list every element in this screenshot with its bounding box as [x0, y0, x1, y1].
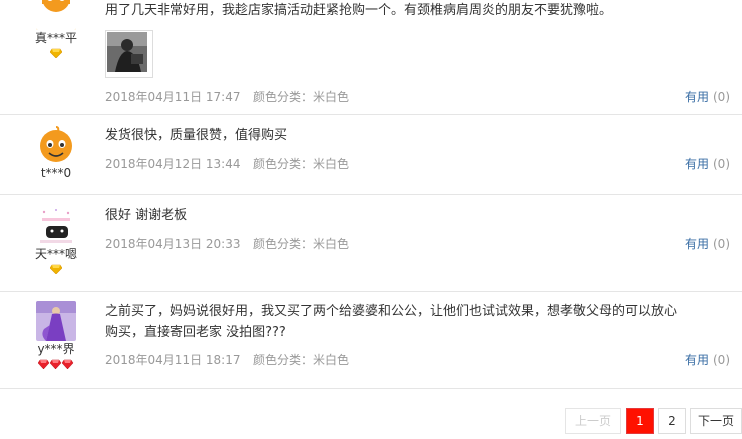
review-content: 之前买了，妈妈说很好用，我又买了两个给婆婆和公公，让他们也试试效果，想孝敬父母的…: [105, 301, 730, 343]
username: t***0: [40, 166, 72, 180]
review-content: 发货很快，质量很赞，值得购买: [105, 128, 288, 143]
review-attribute: 颜色分类：米白色: [253, 353, 350, 367]
review-content: 很好 谢谢老板: [105, 208, 188, 223]
review-meta: 2018年04月11日 18:17 颜色分类：米白色 有用 (0): [105, 352, 730, 368]
useful-button[interactable]: 有用 (0): [685, 236, 730, 252]
username: y***界: [37, 342, 75, 356]
useful-count: (0): [713, 237, 730, 251]
three-red-diamonds-icon: [0, 359, 112, 371]
review-attribute: 颜色分类：米白色: [253, 157, 350, 171]
review-meta: 2018年04月11日 17:47 颜色分类：米白色 有用 (0): [105, 89, 730, 105]
useful-label[interactable]: 有用: [685, 157, 709, 171]
useful-button[interactable]: 有用 (0): [685, 156, 730, 172]
review-content: 用了几天非常好用，我趁店家搞活动赶紧抢购一个。有颈椎病肩周炎的朋友不要犹豫啦。: [105, 3, 613, 18]
avatar[interactable]: [36, 206, 76, 246]
review-photo-thumbnail[interactable]: [105, 30, 153, 78]
username: 真***平: [34, 31, 77, 45]
review-item: t***0 发货很快，质量很赞，值得购买 2018年04月12日 13:44 颜…: [0, 114, 742, 195]
pagination: 上一页 1 2 下一页: [562, 408, 742, 434]
useful-count: (0): [713, 353, 730, 367]
prev-page-button[interactable]: 上一页: [565, 408, 621, 434]
review-meta: 2018年04月13日 20:33 颜色分类：米白色 有用 (0): [105, 236, 730, 252]
review-item: y***界 之前买了，妈妈说很好用，我又买了两个给婆婆和公公，让他们也试试效果，…: [0, 292, 742, 389]
useful-count: (0): [713, 157, 730, 171]
review-user: 真***平: [0, 0, 112, 60]
useful-label[interactable]: 有用: [685, 90, 709, 104]
review-content-line: 之前买了，妈妈说很好用，我又买了两个给婆婆和公公，让他们也试试效果，想孝敬父母的…: [105, 304, 678, 319]
review-user: 天***嗯: [0, 206, 112, 276]
review-date: 2018年04月11日 18:17: [105, 353, 241, 367]
avatar[interactable]: [36, 301, 76, 341]
useful-label[interactable]: 有用: [685, 237, 709, 251]
review-date: 2018年04月12日 13:44: [105, 157, 241, 171]
useful-count: (0): [713, 90, 730, 104]
useful-label[interactable]: 有用: [685, 353, 709, 367]
review-item: 真***平 用了几天非常好用，我趁店家搞活动赶紧抢购一个。有颈椎病肩周炎的朋友不…: [0, 0, 742, 115]
review-attribute: 颜色分类：米白色: [253, 90, 350, 104]
username: 天***嗯: [34, 247, 77, 261]
review-user: t***0: [0, 125, 112, 180]
review-item: 天***嗯 很好 谢谢老板 2018年04月13日 20:33 颜色分类：米白色…: [0, 195, 742, 292]
gold-diamond-icon: [0, 264, 112, 276]
review-date: 2018年04月11日 17:47: [105, 90, 241, 104]
review-attribute: 颜色分类：米白色: [253, 237, 350, 251]
gold-diamond-icon: [0, 48, 112, 60]
review-user: y***界: [0, 301, 112, 371]
useful-button[interactable]: 有用 (0): [685, 352, 730, 368]
avatar[interactable]: [36, 125, 76, 165]
review-date: 2018年04月13日 20:33: [105, 237, 241, 251]
avatar[interactable]: [36, 0, 76, 30]
review-meta: 2018年04月12日 13:44 颜色分类：米白色 有用 (0): [105, 156, 730, 172]
page-2-button[interactable]: 2: [658, 408, 686, 434]
review-content-line: 购买，直接寄回老家 没拍图???: [105, 325, 286, 340]
next-page-button[interactable]: 下一页: [690, 408, 742, 434]
useful-button[interactable]: 有用 (0): [685, 89, 730, 105]
page-1-button[interactable]: 1: [626, 408, 654, 434]
